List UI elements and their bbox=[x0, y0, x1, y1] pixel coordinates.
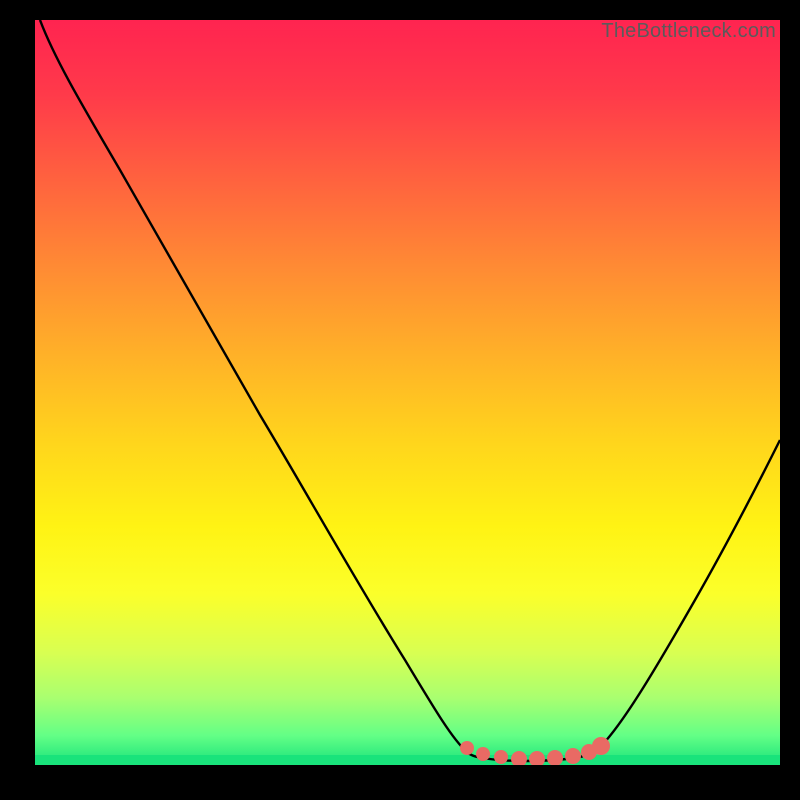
optimal-range-markers bbox=[460, 737, 610, 765]
plot-area: TheBottleneck.com bbox=[35, 20, 780, 765]
chart-stage: TheBottleneck.com bbox=[0, 0, 800, 800]
curve-layer bbox=[35, 20, 780, 765]
bottleneck-curve bbox=[40, 20, 780, 761]
watermark-label: TheBottleneck.com bbox=[601, 20, 776, 43]
